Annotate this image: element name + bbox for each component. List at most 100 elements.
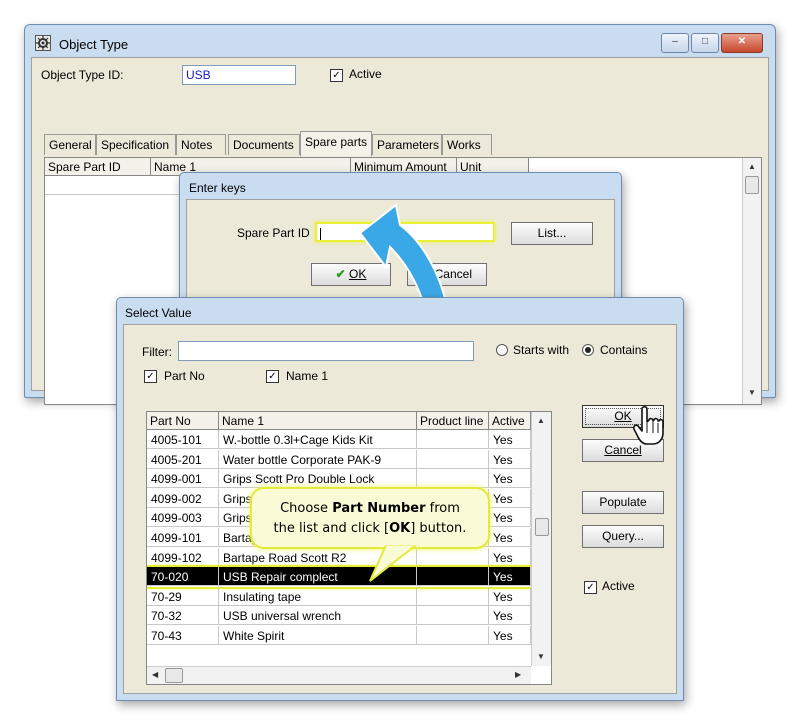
active-label: Active (349, 67, 382, 81)
starts-with-radio[interactable] (496, 344, 508, 356)
hand-cursor-icon (633, 405, 664, 445)
callout-line-2: the list and click [OK] button. (252, 519, 488, 539)
cell-part-no: 4005-101 (147, 430, 219, 449)
object-type-id-field[interactable]: USB (182, 65, 296, 85)
instruction-callout: Choose Part Number from the list and cli… (250, 487, 490, 549)
enter-keys-title: Enter keys (189, 181, 246, 195)
cell-active: Yes (489, 430, 531, 449)
scroll-right-icon[interactable]: ▶ (515, 670, 521, 679)
name1-check-label: Name 1 (286, 369, 329, 383)
list-scroll-thumb[interactable] (535, 518, 549, 536)
cell-product-line (417, 567, 489, 587)
list-row[interactable]: 70-43 White Spirit Yes (147, 626, 531, 646)
tab-spare-parts[interactable]: Spare parts (300, 131, 372, 156)
list-row[interactable]: 4005-101 W.-bottle 0.3l+Cage Kids Kit Yes (147, 430, 531, 450)
list-vertical-scrollbar[interactable]: ▲ ▼ (531, 412, 551, 666)
cell-name1: White Spirit (219, 626, 417, 645)
populate-button[interactable]: Populate (582, 491, 664, 514)
callout-pointer (369, 545, 418, 582)
window-title: Object Type (59, 37, 129, 52)
tab-works[interactable]: Works (442, 134, 492, 155)
cell-name1: Insulating tape (219, 586, 417, 606)
cell-product-line (417, 586, 489, 606)
list-row[interactable]: 4099-102 Bartape Road Scott R2 Yes (147, 547, 531, 568)
scroll-up-icon[interactable]: ▲ (748, 162, 756, 171)
cell-name1: W.-bottle 0.3l+Cage Kids Kit (219, 430, 417, 449)
cell-product-line (417, 449, 489, 469)
scroll-thumb[interactable] (745, 176, 759, 194)
tab-documents[interactable]: Documents (228, 134, 300, 155)
cell-part-no: 70-32 (147, 606, 219, 626)
cell-part-no: 4099-003 (147, 508, 219, 528)
query-button[interactable]: Query... (582, 525, 664, 548)
callout-bold-ok: OK (389, 521, 411, 536)
list-header-active[interactable]: Active (489, 412, 531, 430)
cell-active: Yes (489, 488, 531, 508)
spare-part-id-label: Spare Part ID (237, 226, 310, 240)
cell-active: Yes (489, 567, 531, 587)
list-row[interactable]: 70-29 Insulating tape Yes (147, 586, 531, 607)
column-header-spare-part-id[interactable]: Spare Part ID (45, 158, 151, 176)
cell-part-no: 70-43 (147, 626, 219, 645)
tab-general[interactable]: General (44, 134, 96, 155)
cell-product-line (417, 626, 489, 645)
list-header-name1[interactable]: Name 1 (219, 412, 417, 430)
tab-specification[interactable]: Specification (96, 134, 176, 155)
close-button[interactable]: ✕ (721, 33, 763, 53)
list-header-product-line[interactable]: Product line (417, 412, 489, 430)
filter-input[interactable] (178, 341, 474, 361)
list-scroll-up-icon[interactable]: ▲ (537, 416, 545, 425)
select-ok-label: OK (614, 409, 632, 423)
cell-product-line (417, 430, 489, 449)
cell-active: Yes (489, 547, 531, 567)
object-type-id-label: Object Type ID: (41, 68, 124, 82)
callout-bold-part-number: Part Number (332, 501, 426, 516)
name1-checkbox[interactable]: ✓ (266, 370, 279, 383)
list-row[interactable]: 4005-201 Water bottle Corporate PAK-9 Yes (147, 449, 531, 470)
list-horizontal-scrollbar[interactable]: ◀ ▶ (147, 666, 531, 684)
callout-text-1a: Choose (280, 501, 333, 516)
scroll-down-icon[interactable]: ▼ (748, 388, 756, 397)
maximize-button[interactable]: □ (691, 33, 719, 53)
cell-product-line (417, 606, 489, 626)
list-button[interactable]: List... (511, 222, 593, 245)
cell-active: Yes (489, 508, 531, 528)
list-row[interactable]: 70-32 USB universal wrench Yes (147, 606, 531, 626)
scroll-left-icon[interactable]: ◀ (152, 670, 158, 679)
cell-part-no: 4099-001 (147, 469, 219, 489)
cell-name1: Grips Scott Pro Double Lock (219, 469, 417, 489)
starts-with-label: Starts with (513, 343, 570, 357)
cell-active: Yes (489, 528, 531, 547)
cell-active: Yes (489, 626, 531, 645)
list-header-part-no[interactable]: Part No (147, 412, 219, 430)
tab-notes[interactable]: Notes (176, 134, 226, 155)
title-bar: Object Type – □ ✕ (25, 25, 775, 57)
cell-part-no: 4099-002 (147, 488, 219, 508)
cell-active: Yes (489, 606, 531, 626)
grid-vertical-scrollbar[interactable]: ▲ ▼ (742, 158, 761, 404)
select-active-checkbox[interactable]: ✓ (584, 581, 597, 594)
cell-part-no: 70-020 (147, 567, 219, 587)
h-scroll-thumb[interactable] (165, 668, 183, 683)
callout-text-2b: ] button. (410, 521, 467, 536)
cell-active: Yes (489, 469, 531, 489)
callout-text-1b: from (425, 501, 460, 516)
cell-product-line (417, 547, 489, 567)
cell-part-no: 4099-101 (147, 528, 219, 547)
list-scroll-down-icon[interactable]: ▼ (537, 652, 545, 661)
list-row[interactable]: 4099-001 Grips Scott Pro Double Lock Yes (147, 469, 531, 489)
cell-name1: Water bottle Corporate PAK-9 (219, 449, 417, 469)
tab-parameters[interactable]: Parameters (372, 134, 442, 155)
minimize-button[interactable]: – (661, 33, 689, 53)
cell-active: Yes (489, 449, 531, 469)
filter-label: Filter: (142, 345, 172, 359)
select-active-label: Active (602, 579, 635, 593)
app-gear-icon (35, 35, 51, 51)
active-checkbox[interactable]: ✓ (330, 69, 343, 82)
callout-text-2a: the list and click [ (273, 521, 390, 536)
list-row-selected[interactable]: 70-020 USB Repair complect Yes (147, 565, 533, 589)
contains-radio[interactable] (582, 344, 594, 356)
part-no-check-label: Part No (164, 369, 205, 383)
part-no-checkbox[interactable]: ✓ (144, 370, 157, 383)
cell-part-no: 4005-201 (147, 449, 219, 469)
